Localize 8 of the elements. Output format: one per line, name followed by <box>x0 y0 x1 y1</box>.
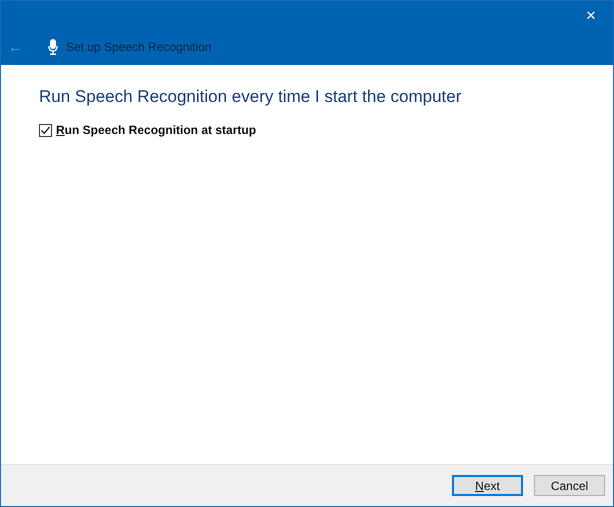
window-title: Set up Speech Recognition <box>66 40 212 54</box>
page-heading: Run Speech Recognition every time I start the computer <box>39 87 462 107</box>
checkmark-icon <box>40 124 51 136</box>
startup-checkbox[interactable]: Run Speech Recognition at startup <box>39 123 575 137</box>
microphone-icon <box>48 39 58 55</box>
cancel-button[interactable]: Cancel <box>534 475 605 496</box>
close-icon[interactable]: ✕ <box>569 1 613 31</box>
next-button[interactable]: Next <box>452 475 523 496</box>
